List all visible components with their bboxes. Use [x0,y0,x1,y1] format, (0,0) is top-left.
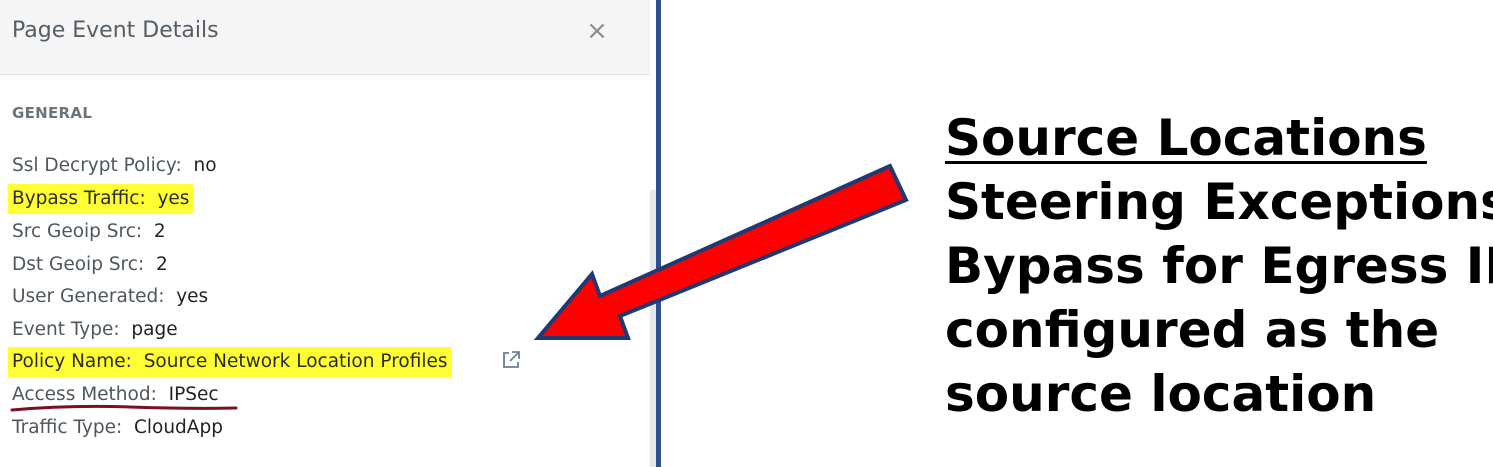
section-title-general: GENERAL [12,104,93,122]
row-key: Event Type: [12,319,120,340]
row-value: Source Network Location Profiles [143,351,448,372]
detail-row-src-geoip-src: Src Geoip Src: 2 [8,217,170,247]
row-key: Bypass Traffic: [12,188,146,209]
row-value: 2 [153,221,166,242]
row-value: yes [176,286,209,307]
external-link-icon[interactable] [500,349,522,371]
row-key: User Generated: [12,286,165,307]
detail-row-ssl-decrypt-policy: Ssl Decrypt Policy: no [8,151,221,181]
detail-row-user-generated: User Generated: yes [8,282,212,312]
detail-row-policy-name: Policy Name: Source Network Location Pro… [8,347,452,377]
callout-line: configured as the [945,301,1440,359]
callout-line: source location [945,365,1377,423]
row-key: Traffic Type: [12,417,123,438]
row-key: Dst Geoip Src: [12,254,145,275]
row-key: Policy Name: [12,351,132,372]
close-icon[interactable]: × [584,17,610,45]
row-value: no [193,155,217,176]
row-value: yes [157,188,190,209]
row-key: Ssl Decrypt Policy: [12,155,182,176]
callout-line: Bypass for Egress IP [945,237,1493,295]
row-key: Access Method: [12,384,157,405]
annotation-underline [10,404,238,412]
row-value: page [131,319,178,340]
row-value: 2 [155,254,168,275]
detail-row-event-type: Event Type: page [8,315,182,345]
panel-header: Page Event Details × [0,0,650,75]
red-arrow-icon [533,163,909,340]
detail-row-dst-geoip-src: Dst Geoip Src: 2 [8,250,172,280]
callout-heading: Source Locations [945,109,1427,167]
detail-row-bypass-traffic: Bypass Traffic: yes [8,184,194,214]
detail-row-traffic-type: Traffic Type: CloudApp [8,413,227,443]
row-value: IPSec [168,384,219,405]
annotation-callout: Source Locations Steering Exceptions Byp… [945,106,1493,426]
panel-title: Page Event Details [12,18,219,43]
row-key: Src Geoip Src: [12,221,143,242]
callout-line: Steering Exceptions [945,173,1493,231]
row-value: CloudApp [133,417,223,438]
